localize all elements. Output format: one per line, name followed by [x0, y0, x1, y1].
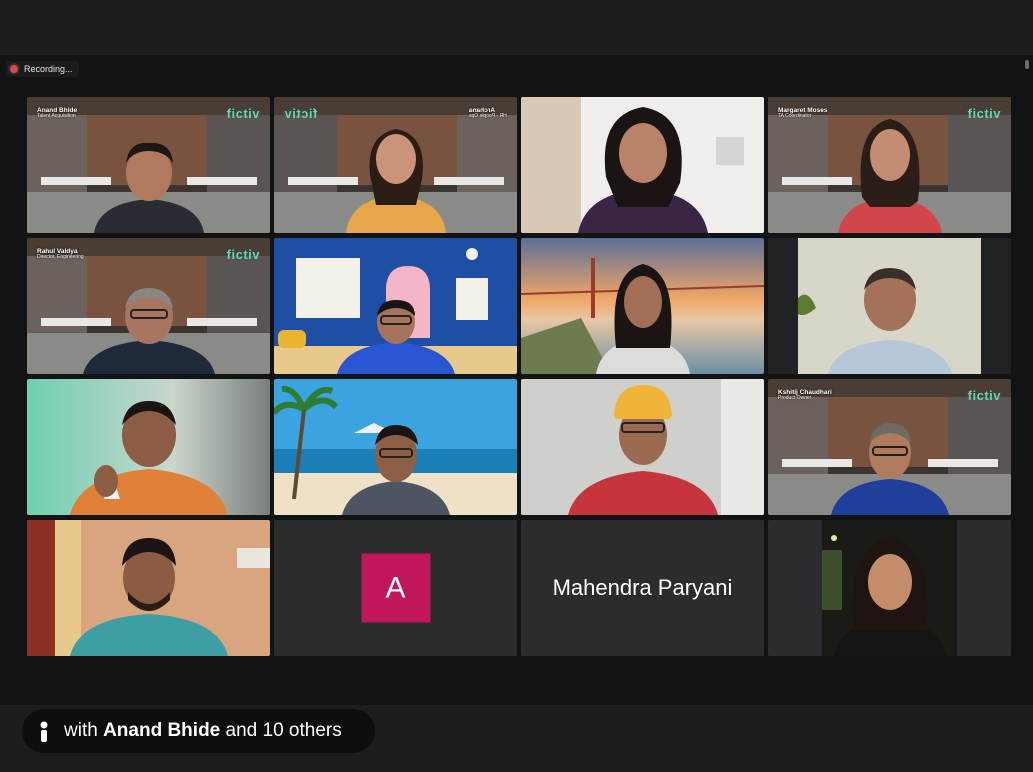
video-grid: Anand Bhide Talent Acquisition fictiv Ar… [27, 97, 1011, 656]
participant-role: Talent Acquisition [37, 113, 76, 120]
name-tag: Rahul Vaidya Director, Engineering [37, 248, 84, 261]
video-tile-avatar-a[interactable]: A [274, 520, 517, 656]
participant-role: TA Coordinator [778, 113, 812, 120]
top-bar [0, 0, 1033, 55]
company-logo: fictiv [226, 247, 260, 262]
participant-display-name: Mahendra Paryani [552, 575, 733, 600]
company-logo: fictiv [284, 106, 318, 121]
video-tile-participant-10[interactable] [274, 379, 517, 515]
name-tag: Archana HR - People Ops [469, 107, 507, 120]
participant-video [595, 264, 690, 374]
recording-label: Recording... [24, 64, 73, 74]
video-tile-participant-11[interactable] [521, 379, 764, 515]
company-logo: fictiv [967, 388, 1001, 403]
participant-video [837, 119, 942, 233]
participant-video [82, 288, 215, 374]
participant-video [827, 268, 952, 374]
video-tile-participant-16[interactable] [768, 520, 1011, 656]
participant-video [69, 401, 228, 515]
video-tile-participant-9[interactable] [27, 379, 270, 515]
person-icon [40, 721, 48, 742]
participant-video [567, 385, 718, 515]
participants-host: Anand Bhide [103, 720, 221, 741]
participant-video [830, 423, 949, 515]
video-tile-participant-6[interactable] [274, 238, 517, 374]
participant-video [577, 107, 708, 233]
participant-video [93, 142, 204, 233]
name-tag: Margaret Moses TA Coordinator [778, 107, 828, 120]
participant-video [69, 538, 228, 656]
video-tile-participant-13[interactable] [27, 520, 270, 656]
participant-role: Director, Engineering [37, 254, 84, 261]
video-tile-kshitij-chaudhari[interactable]: Kshitij Chaudhari Product Owner fictiv [768, 379, 1011, 515]
participant-video [336, 300, 455, 374]
video-tile-mahendra-paryani[interactable]: Mahendra Paryani [521, 520, 764, 656]
company-logo: fictiv [967, 106, 1001, 121]
participant-avatar: A [361, 553, 430, 623]
participants-summary: with Anand Bhide and 10 others [64, 720, 342, 742]
video-tile-participant-7[interactable] [521, 238, 764, 374]
video-tile-participant-8[interactable] [768, 238, 1011, 374]
participant-video [345, 129, 446, 233]
recording-indicator: Recording... [6, 61, 79, 77]
video-tile-anand-bhide[interactable]: Anand Bhide Talent Acquisition fictiv [27, 97, 270, 233]
video-tile-participant-3[interactable] [521, 97, 764, 233]
participant-role: HR - People Ops [469, 113, 507, 120]
participants-suffix: and 10 others [225, 720, 342, 741]
video-tile-rahul-vaidya[interactable]: Rahul Vaidya Director, Engineering ficti… [27, 238, 270, 374]
participant-video [341, 425, 450, 515]
video-tile-archana[interactable]: Archana HR - People Ops fictiv [274, 97, 517, 233]
participants-pill[interactable]: with Anand Bhide and 10 others [22, 709, 375, 753]
participants-prefix: with [64, 720, 98, 741]
video-tile-margaret-moses[interactable]: Margaret Moses TA Coordinator fictiv [768, 97, 1011, 233]
scrollbar-thumb[interactable] [1025, 60, 1029, 69]
participant-role: Product Owner [778, 395, 812, 402]
company-logo: fictiv [226, 106, 260, 121]
recording-dot-icon [10, 65, 18, 73]
name-tag: Kshitij Chaudhari Product Owner [778, 389, 832, 402]
name-tag: Anand Bhide Talent Acquisition [37, 107, 77, 120]
participant-video [833, 536, 946, 656]
